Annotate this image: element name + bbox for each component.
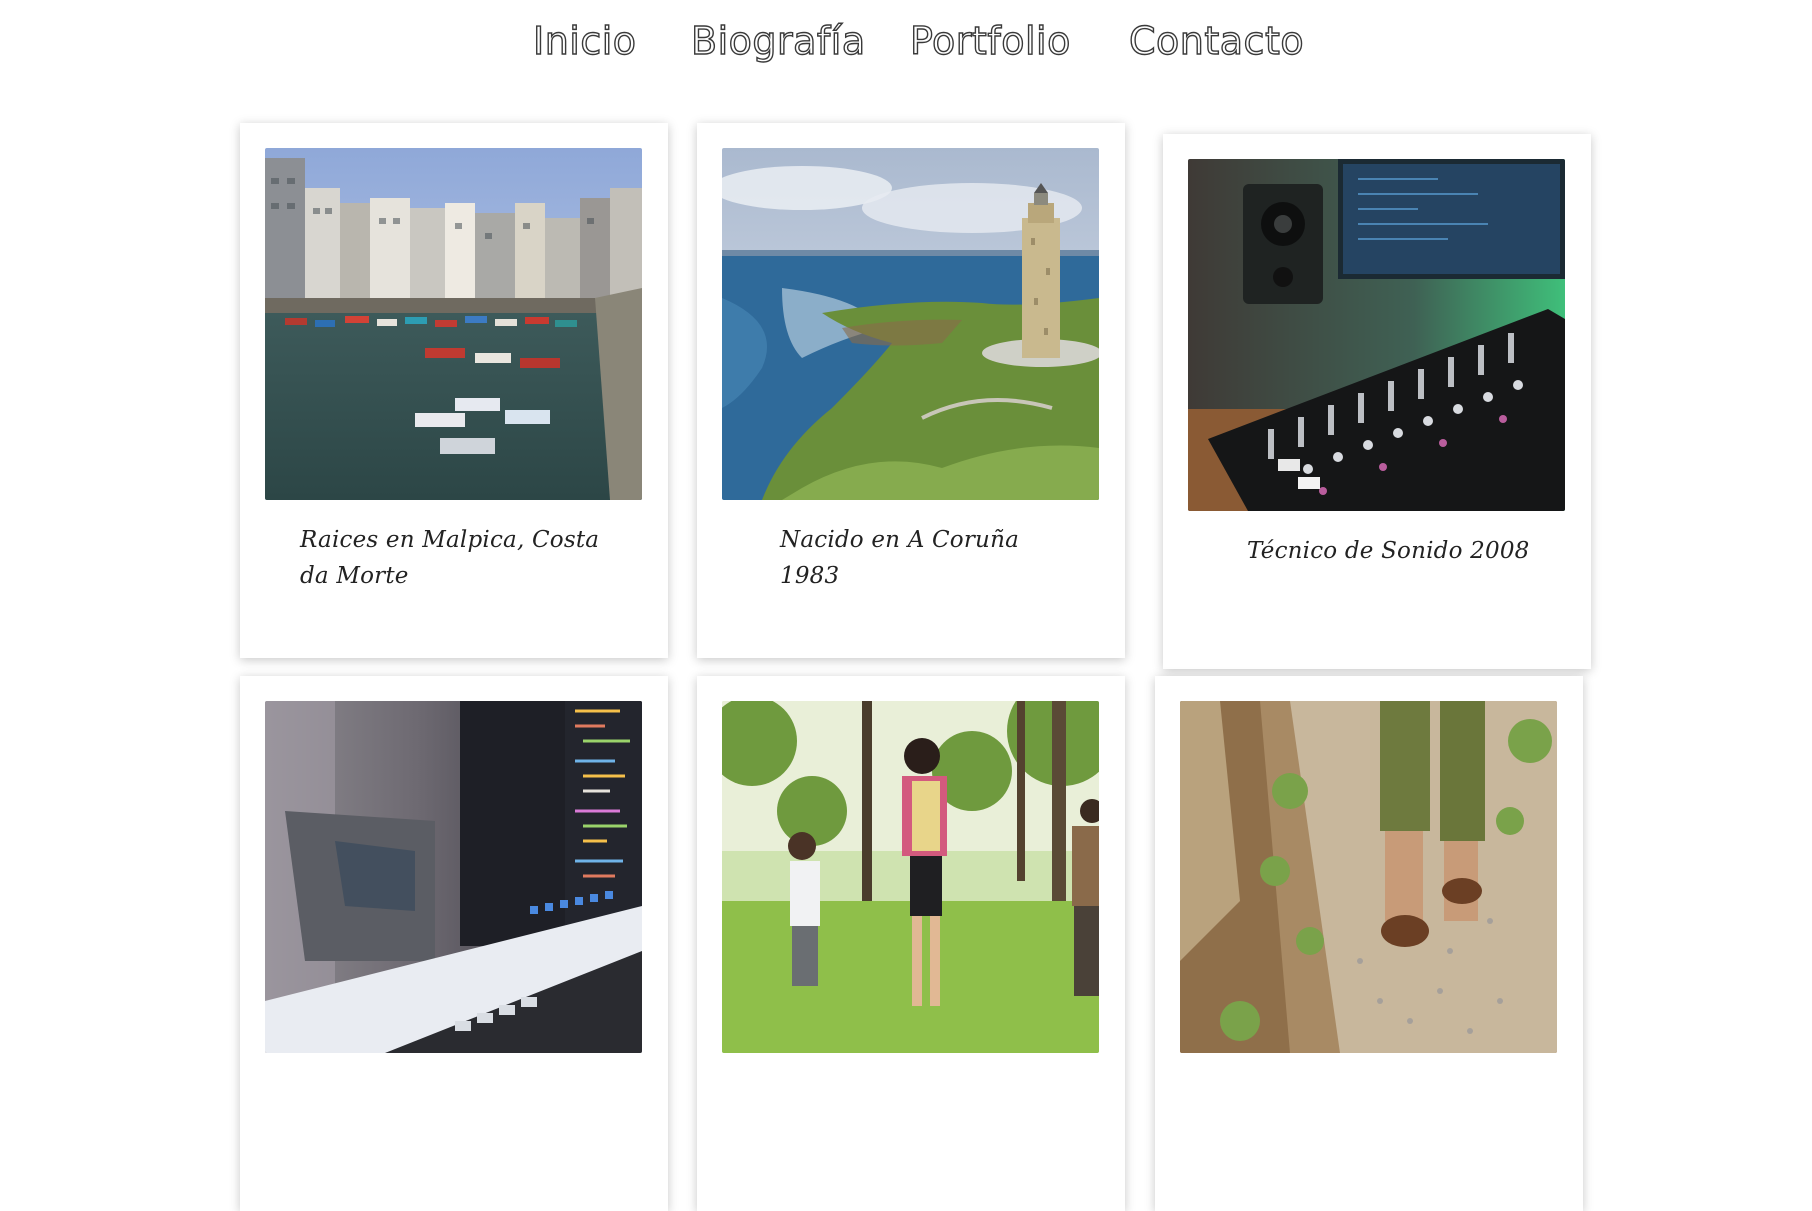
polaroid-card[interactable]	[697, 676, 1125, 1211]
polaroid-card[interactable]	[1155, 676, 1583, 1211]
nav-portfolio[interactable]: Portfolio	[909, 18, 1071, 64]
card-caption: Raices en Malpica, Costa da Morte	[300, 527, 600, 589]
main-nav: Inicio Biografía Portfolio Contacto	[0, 0, 1812, 90]
audio-mixer-photo	[1188, 159, 1565, 511]
fishing-harbor-photo	[265, 148, 642, 500]
nav-contacto[interactable]: Contacto	[1128, 18, 1304, 64]
card-caption: Técnico de Sonido 2008	[1247, 538, 1530, 564]
polaroid-card[interactable]	[240, 676, 668, 1211]
nav-biografia[interactable]: Biografía	[690, 18, 866, 64]
lighthouse-coast-photo	[722, 148, 1099, 500]
polaroid-card[interactable]: Técnico de Sonido 2008	[1163, 134, 1591, 669]
walking-path-photo	[1180, 701, 1557, 1053]
people-park-photo	[722, 701, 1099, 1053]
polaroid-card[interactable]: Nacido en A Coruña 1983	[697, 123, 1125, 658]
nav-inicio[interactable]: Inicio	[532, 18, 636, 64]
card-caption: Nacido en A Coruña 1983	[780, 527, 1019, 589]
polaroid-card[interactable]: Raices en Malpica, Costa da Morte	[240, 123, 668, 658]
laptop-code-photo	[265, 701, 642, 1053]
